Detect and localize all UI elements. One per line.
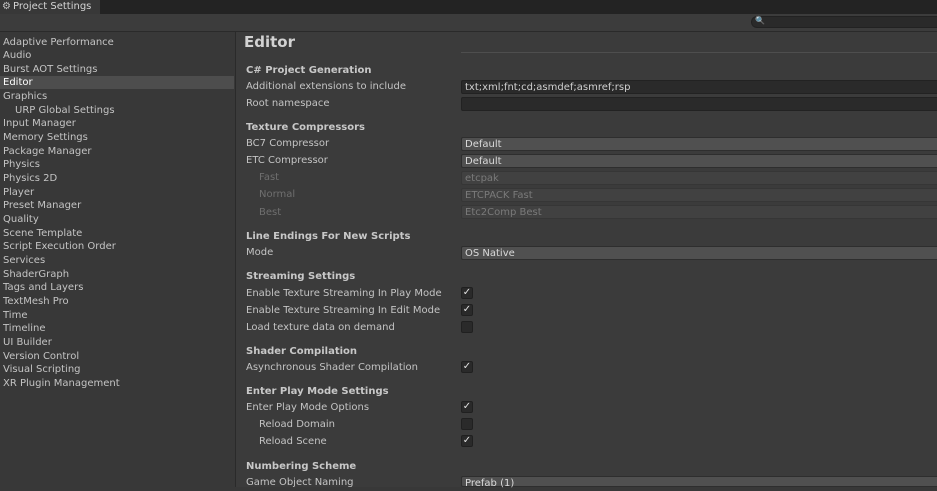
extensions-field[interactable]: txt;xml;fnt;cd;asmdef;asmref;rsp	[461, 80, 937, 94]
sidebar-item-xr-plugin-management[interactable]: XR Plugin Management	[0, 377, 234, 390]
sidebar-item-time[interactable]: Time	[0, 309, 234, 322]
sidebar-item-editor[interactable]: Editor	[0, 76, 234, 89]
etc-compressor-dropdown[interactable]: Default	[461, 154, 937, 168]
divider	[461, 52, 937, 53]
line-endings-mode-dropdown[interactable]: OS Native	[461, 246, 937, 260]
game-object-naming-label: Game Object Naming	[246, 477, 354, 488]
section-numbering-scheme: Numbering Scheme	[246, 461, 357, 472]
toolbar: 🔍	[0, 14, 937, 32]
section-shader-compilation: Shader Compilation	[246, 346, 358, 357]
sidebar-item-audio[interactable]: Audio	[0, 49, 234, 62]
root-namespace-label: Root namespace	[246, 98, 330, 109]
etc-best-dropdown: Etc2Comp Best	[461, 205, 937, 219]
reload-domain-label: Reload Domain	[259, 419, 336, 430]
section-enter-play-mode-settings: Enter Play Mode Settings	[246, 386, 389, 397]
sidebar-item-physics[interactable]: Physics	[0, 158, 234, 171]
gear-icon: ⚙	[2, 1, 11, 12]
sidebar-item-visual-scripting[interactable]: Visual Scripting	[0, 363, 234, 376]
sidebar-item-preset-manager[interactable]: Preset Manager	[0, 199, 234, 212]
etc-fast-label: Fast	[259, 172, 280, 183]
game-object-naming-dropdown[interactable]: Prefab (1)	[461, 476, 937, 489]
tab-label: Project Settings	[12, 1, 92, 12]
streaming-play-mode-label: Enable Texture Streaming In Play Mode	[246, 288, 442, 299]
bc7-compressor-dropdown[interactable]: Default	[461, 137, 937, 151]
sidebar-item-burst-aot-settings[interactable]: Burst AOT Settings	[0, 63, 234, 76]
async-shader-checkbox[interactable]: ✓	[461, 361, 473, 373]
streaming-play-mode-checkbox[interactable]: ✓	[461, 287, 473, 299]
etc-normal-label: Normal	[259, 189, 296, 200]
etc-best-label: Best	[259, 207, 282, 218]
async-shader-label: Asynchronous Shader Compilation	[246, 362, 418, 373]
root-namespace-field[interactable]	[461, 97, 937, 111]
section-line-endings: Line Endings For New Scripts	[246, 231, 411, 242]
enter-play-mode-options-checkbox[interactable]: ✓	[461, 401, 473, 413]
reload-domain-checkbox[interactable]	[461, 418, 473, 430]
sidebar: Adaptive Performance Audio Burst AOT Set…	[0, 32, 236, 487]
sidebar-item-textmesh-pro[interactable]: TextMesh Pro	[0, 295, 234, 308]
sidebar-item-input-manager[interactable]: Input Manager	[0, 117, 234, 130]
load-on-demand-checkbox[interactable]	[461, 321, 473, 333]
search-icon: 🔍	[755, 16, 765, 25]
enter-play-mode-options-label: Enter Play Mode Options	[246, 402, 370, 413]
section-texture-compressors: Texture Compressors	[246, 122, 365, 133]
etc-compressor-label: ETC Compressor	[246, 155, 328, 166]
sidebar-item-quality[interactable]: Quality	[0, 213, 234, 226]
sidebar-item-graphics[interactable]: Graphics	[0, 90, 234, 103]
etc-fast-dropdown: etcpak	[461, 171, 937, 185]
extensions-label: Additional extensions to include	[246, 81, 406, 92]
sidebar-item-urp-global-settings[interactable]: URP Global Settings	[0, 104, 234, 117]
streaming-edit-mode-label: Enable Texture Streaming In Edit Mode	[246, 305, 441, 316]
etc-normal-dropdown: ETCPACK Fast	[461, 188, 937, 202]
sidebar-item-services[interactable]: Services	[0, 254, 234, 267]
sidebar-item-package-manager[interactable]: Package Manager	[0, 145, 234, 158]
reload-scene-checkbox[interactable]: ✓	[461, 435, 473, 447]
line-endings-mode-label: Mode	[246, 247, 274, 258]
search-input[interactable]: 🔍	[751, 16, 937, 28]
sidebar-item-physics-2d[interactable]: Physics 2D	[0, 172, 234, 185]
section-streaming-settings: Streaming Settings	[246, 271, 356, 282]
sidebar-item-tags-and-layers[interactable]: Tags and Layers	[0, 281, 234, 294]
tab-bar: ⚙ Project Settings	[0, 0, 937, 14]
sidebar-item-adaptive-performance[interactable]: Adaptive Performance	[0, 36, 234, 49]
reload-scene-label: Reload Scene	[259, 436, 327, 447]
sidebar-item-timeline[interactable]: Timeline	[0, 322, 234, 335]
sidebar-item-ui-builder[interactable]: UI Builder	[0, 336, 234, 349]
tab-project-settings[interactable]: ⚙ Project Settings	[0, 0, 100, 14]
sidebar-item-memory-settings[interactable]: Memory Settings	[0, 131, 234, 144]
bc7-compressor-label: BC7 Compressor	[246, 138, 330, 149]
streaming-edit-mode-checkbox[interactable]: ✓	[461, 304, 473, 316]
sidebar-item-version-control[interactable]: Version Control	[0, 350, 234, 363]
load-on-demand-label: Load texture data on demand	[246, 322, 395, 333]
sidebar-item-shadergraph[interactable]: ShaderGraph	[0, 268, 234, 281]
sidebar-item-scene-template[interactable]: Scene Template	[0, 227, 234, 240]
page-title: Editor	[244, 33, 295, 51]
sidebar-item-script-execution-order[interactable]: Script Execution Order	[0, 240, 234, 253]
section-csharp-project-generation: C# Project Generation	[246, 65, 372, 76]
sidebar-item-player[interactable]: Player	[0, 186, 234, 199]
